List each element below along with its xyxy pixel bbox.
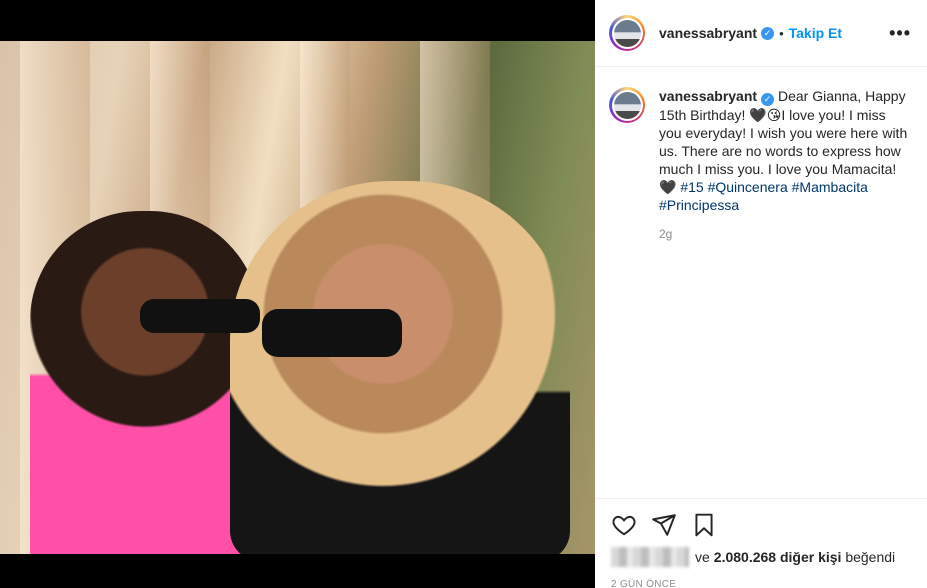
separator-dot: • — [779, 25, 784, 41]
photo-person-girl — [30, 211, 260, 554]
bookmark-icon[interactable] — [691, 512, 717, 538]
post-photo[interactable] — [0, 41, 595, 554]
likes-count-link[interactable]: 2.080.268 diğer kişi — [714, 549, 842, 565]
caption: vanessabryant ✓ Dear Gianna, Happy 15th B… — [609, 87, 911, 214]
hashtag-link[interactable]: #Mambacita — [792, 179, 868, 195]
caption-username[interactable]: vanessabryant — [659, 88, 757, 104]
more-options-icon[interactable]: ••• — [889, 23, 911, 44]
photo-sunglasses — [262, 309, 402, 357]
post-timestamp[interactable]: 2 GÜN ÖNCE — [611, 579, 911, 588]
likes-prefix: ve — [695, 549, 710, 565]
photo-sunglasses — [140, 299, 260, 333]
avatar-image — [613, 19, 641, 47]
verified-icon: ✓ — [761, 26, 775, 40]
caption-avatar[interactable] — [609, 87, 645, 123]
heart-emoji: 🖤 — [749, 106, 767, 123]
hashtag-link[interactable]: #15 — [680, 179, 703, 195]
hashtag-link[interactable]: #Quincenera — [708, 179, 788, 195]
caption-age[interactable]: 2g — [659, 227, 911, 241]
likes-summary: ve 2.080.268 diğer kişi beğendi — [611, 547, 911, 567]
caption-text: vanessabryant ✓ Dear Gianna, Happy 15th B… — [659, 87, 909, 214]
avatar[interactable] — [609, 15, 645, 51]
likes-suffix: beğendi — [841, 549, 896, 565]
photo-person-woman — [230, 181, 570, 554]
header-username[interactable]: vanessabryant — [659, 25, 757, 41]
avatar-image — [613, 91, 641, 119]
kiss-emoji: 😘 — [766, 106, 782, 123]
follow-button[interactable]: Takip Et — [789, 25, 842, 41]
action-icons — [611, 511, 911, 539]
send-icon[interactable] — [651, 512, 677, 538]
post-actions: ve 2.080.268 diğer kişi beğendi 2 GÜN ÖN… — [595, 498, 927, 588]
hashtag-link[interactable]: #Principessa — [659, 197, 739, 213]
post-media — [0, 0, 595, 588]
comments-section: vanessabryant ✓ Dear Gianna, Happy 15th B… — [595, 67, 927, 498]
blurred-user-avatars — [611, 547, 689, 567]
heart-emoji: 🖤 — [659, 178, 677, 195]
post-header: vanessabryant ✓ • Takip Et ••• — [595, 0, 927, 67]
heart-icon[interactable] — [611, 512, 637, 538]
post-side-panel: vanessabryant ✓ • Takip Et ••• vanessabr… — [595, 0, 927, 588]
verified-icon: ✓ — [761, 92, 775, 106]
